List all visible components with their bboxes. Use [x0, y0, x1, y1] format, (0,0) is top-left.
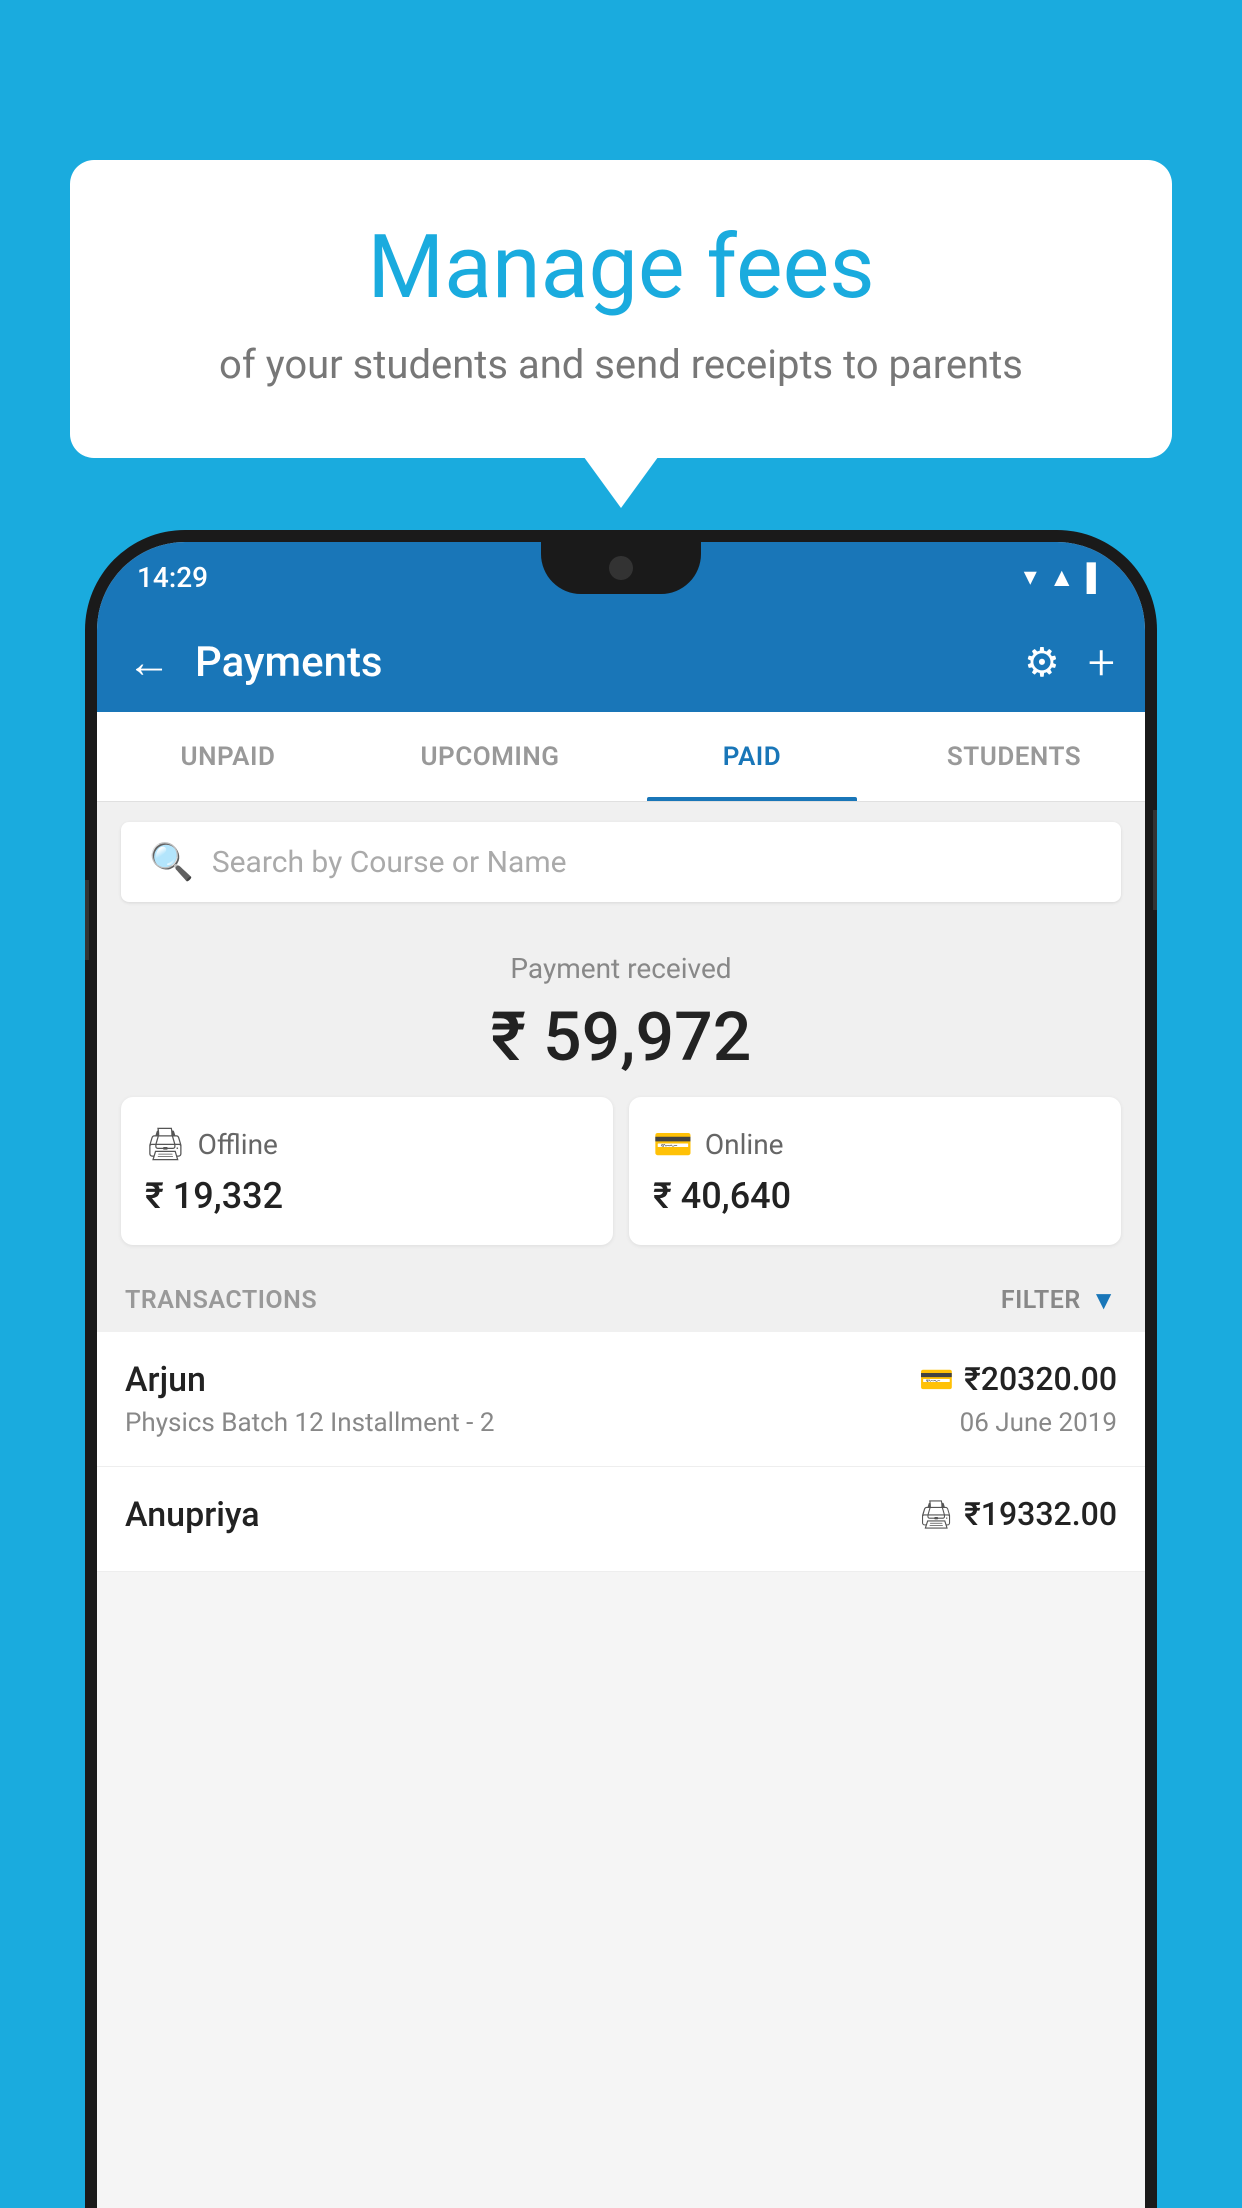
- online-amount: ₹ 40,640: [653, 1175, 1097, 1217]
- app-bar: ← Payments ⚙ +: [97, 612, 1145, 712]
- payment-received-section: Payment received ₹ 59,972: [97, 922, 1145, 1097]
- offline-card-header: 🖨 Offline: [145, 1125, 589, 1163]
- status-icons: ▾ ▲ ▌: [1024, 562, 1105, 593]
- power-button: [1153, 810, 1157, 910]
- filter-label: FILTER: [1001, 1286, 1081, 1315]
- transaction-amount-row: 🖨 ₹19332.00: [919, 1495, 1117, 1533]
- offline-card: 🖨 Offline ₹ 19,332: [121, 1097, 613, 1245]
- online-card-header: 💳 Online: [653, 1125, 1097, 1163]
- search-bar[interactable]: 🔍 Search by Course or Name: [121, 822, 1121, 902]
- add-button[interactable]: +: [1088, 634, 1115, 691]
- back-button[interactable]: ←: [127, 636, 171, 688]
- main-content: 🔍 Search by Course or Name Payment recei…: [97, 802, 1145, 1572]
- status-time: 14:29: [137, 561, 208, 594]
- screen-title: Payments: [195, 638, 1000, 687]
- transaction-amount: ₹20320.00: [964, 1360, 1117, 1398]
- transaction-amount-row: 💳 ₹20320.00: [919, 1360, 1117, 1398]
- tab-bar: UNPAID UPCOMING PAID STUDENTS: [97, 712, 1145, 802]
- filter-button[interactable]: FILTER ▼: [1001, 1285, 1117, 1316]
- transaction-row-top: Anupriya 🖨 ₹19332.00: [125, 1495, 1117, 1535]
- phone-screen: 14:29 ▾ ▲ ▌ ← Payments ⚙ + UNPAID UPCOMI…: [97, 542, 1145, 2208]
- phone-frame: 14:29 ▾ ▲ ▌ ← Payments ⚙ + UNPAID UPCOMI…: [85, 530, 1157, 2208]
- transaction-row-top: Arjun 💳 ₹20320.00: [125, 1360, 1117, 1400]
- transaction-course: Physics Batch 12 Installment - 2: [125, 1408, 494, 1438]
- search-icon: 🔍: [149, 841, 194, 883]
- settings-icon[interactable]: ⚙: [1024, 639, 1060, 686]
- payment-type-icon: 🖨: [919, 1498, 955, 1531]
- search-placeholder: Search by Course or Name: [212, 845, 567, 880]
- offline-label: Offline: [198, 1128, 278, 1161]
- online-card: 💳 Online ₹ 40,640: [629, 1097, 1121, 1245]
- payment-type-icon: 💳: [919, 1363, 954, 1396]
- transactions-header: TRANSACTIONS FILTER ▼: [97, 1269, 1145, 1332]
- tab-unpaid[interactable]: UNPAID: [97, 712, 359, 801]
- manage-fees-title: Manage fees: [150, 220, 1092, 317]
- manage-fees-subtitle: of your students and send receipts to pa…: [150, 341, 1092, 388]
- transaction-item[interactable]: Arjun 💳 ₹20320.00 Physics Batch 12 Insta…: [97, 1332, 1145, 1467]
- app-bar-actions: ⚙ +: [1024, 634, 1115, 691]
- front-camera: [609, 556, 633, 580]
- payment-cards-row: 🖨 Offline ₹ 19,332 💳 Online ₹ 40,640: [97, 1097, 1145, 1269]
- speech-bubble: Manage fees of your students and send re…: [70, 160, 1172, 458]
- transaction-amount: ₹19332.00: [964, 1495, 1117, 1533]
- tab-students[interactable]: STUDENTS: [883, 712, 1145, 801]
- transaction-name: Arjun: [125, 1360, 206, 1400]
- volume-button: [85, 880, 89, 960]
- signal-icon: ▲: [1049, 562, 1075, 593]
- transaction-row-bottom: Physics Batch 12 Installment - 2 06 June…: [125, 1408, 1117, 1438]
- wifi-icon: ▾: [1024, 562, 1037, 592]
- payment-total-amount: ₹ 59,972: [121, 997, 1121, 1077]
- transactions-label: TRANSACTIONS: [125, 1286, 317, 1315]
- offline-amount: ₹ 19,332: [145, 1175, 589, 1217]
- battery-icon: ▌: [1087, 562, 1105, 593]
- speech-bubble-container: Manage fees of your students and send re…: [70, 160, 1172, 458]
- transaction-name: Anupriya: [125, 1495, 260, 1535]
- transaction-date: 06 June 2019: [960, 1408, 1117, 1438]
- filter-icon: ▼: [1091, 1285, 1117, 1316]
- transaction-list: Arjun 💳 ₹20320.00 Physics Batch 12 Insta…: [97, 1332, 1145, 1572]
- offline-icon: 🖨: [145, 1125, 186, 1163]
- tab-paid[interactable]: PAID: [621, 712, 883, 801]
- online-label: Online: [705, 1128, 784, 1161]
- transaction-item[interactable]: Anupriya 🖨 ₹19332.00: [97, 1467, 1145, 1572]
- online-icon: 💳: [653, 1125, 693, 1163]
- payment-received-label: Payment received: [121, 952, 1121, 985]
- phone-notch: [541, 542, 701, 594]
- tab-upcoming[interactable]: UPCOMING: [359, 712, 621, 801]
